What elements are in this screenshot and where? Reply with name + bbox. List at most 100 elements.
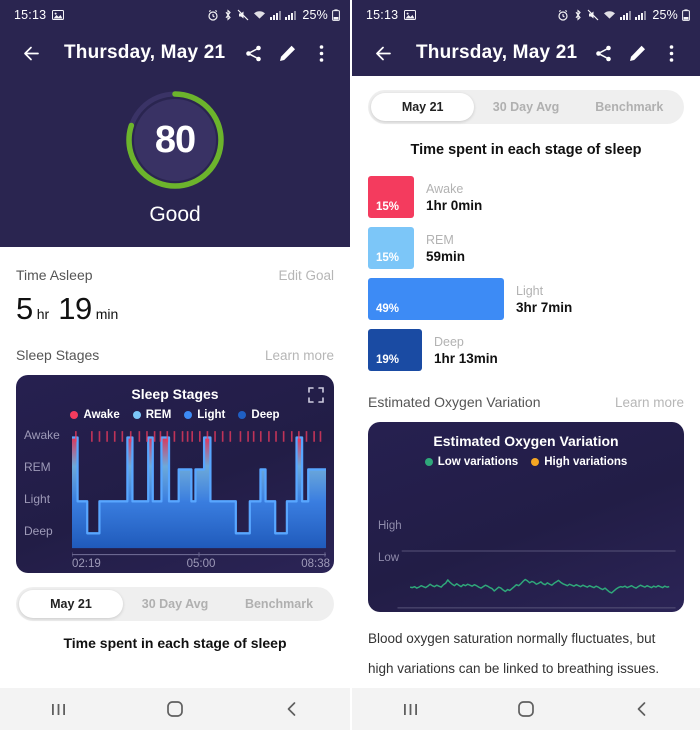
tab-may-21[interactable]: May 21 <box>19 590 123 618</box>
system-nav-bar-left <box>0 688 350 730</box>
tab-may-21-right[interactable]: May 21 <box>371 93 475 121</box>
ytick-deep: Deep <box>24 524 53 538</box>
stage-row-awake: 15% Awake 1hr 0min <box>368 176 684 218</box>
legend-dot-low <box>424 458 433 466</box>
clipped-section-heading: Time spent in each stage of sleep <box>63 635 287 651</box>
legend-label-awake: Awake <box>83 409 120 421</box>
stage-name-deep: Deep <box>434 334 464 349</box>
stage-bar-rem: 15% <box>368 227 414 269</box>
sleep-score-value: 80 <box>154 118 196 161</box>
stage-duration-light: 3hr 7min <box>516 299 573 315</box>
stage-row-rem: 15% REM 59min <box>368 227 684 269</box>
sleep-stages-learn-more[interactable]: Learn more <box>265 348 334 363</box>
stage-bar-deep: 19% <box>368 329 422 371</box>
bluetooth-icon <box>223 9 233 21</box>
tab-benchmark-right[interactable]: Benchmark <box>578 93 681 121</box>
edit-pencil-icon[interactable] <box>620 36 654 70</box>
mute-icon <box>237 9 249 21</box>
stage-pct-light: 49% <box>376 303 400 315</box>
stage-duration-awake: 1hr 0min <box>426 197 483 213</box>
share-icon[interactable] <box>236 36 270 70</box>
stage-pct-awake: 15% <box>376 201 400 213</box>
home-icon[interactable] <box>145 688 205 730</box>
oxygen-learn-more[interactable]: Learn more <box>615 395 684 410</box>
alarm-icon <box>557 9 569 21</box>
stage-bars-list: 15% Awake 1hr 0min 15% REM 59min 49% Lig… <box>368 176 684 371</box>
legend-label-deep: Deep <box>251 409 280 421</box>
system-nav-bar-right <box>352 688 700 730</box>
wifi-icon <box>603 9 616 21</box>
hypnogram-plot: Awake REM Light Deep <box>16 429 334 562</box>
alarm-icon <box>207 9 219 21</box>
battery-icon <box>332 9 340 21</box>
asleep-minutes: 19 <box>58 291 92 326</box>
legend-item-rem: REM <box>132 409 171 421</box>
legend-item-awake: Awake <box>70 409 120 421</box>
stage-name-awake: Awake <box>426 181 464 196</box>
range-tabs-left[interactable]: May 21 30 Day Avg Benchmark <box>16 587 334 621</box>
share-icon[interactable] <box>586 36 620 70</box>
edit-goal-button[interactable]: Edit Goal <box>278 268 334 283</box>
oxygen-chart-card[interactable]: Estimated Oxygen Variation Low variation… <box>368 422 684 612</box>
legend-dot-deep <box>238 411 247 419</box>
oxygen-label: Estimated Oxygen Variation <box>368 394 541 410</box>
legend-label-low: Low variations <box>437 456 519 468</box>
home-icon[interactable] <box>496 688 556 730</box>
legend-dot-awake <box>70 411 79 419</box>
oxygen-plot: High Low <box>368 492 684 612</box>
tab-30-day-avg[interactable]: 30 Day Avg <box>123 590 227 618</box>
stage-bar-awake: 15% <box>368 176 414 218</box>
left-phone-screen: 15:13 25% Thursday, May 21 80 Good Time … <box>0 0 350 730</box>
stages-section-title: Time spent in each stage of sleep <box>410 142 642 158</box>
edit-pencil-icon[interactable] <box>270 36 304 70</box>
tab-30-day-avg-right[interactable]: 30 Day Avg <box>474 93 577 121</box>
overflow-menu-icon[interactable] <box>304 36 338 70</box>
fullscreen-icon[interactable] <box>308 387 324 403</box>
ytick-rem: REM <box>24 460 51 474</box>
oxygen-header: Estimated Oxygen Variation Learn more <box>368 380 684 410</box>
signal2-icon <box>285 9 297 21</box>
sleep-score-hero: 80 Good <box>0 76 350 247</box>
range-tabs-right[interactable]: May 21 30 Day Avg Benchmark <box>368 90 684 124</box>
tab-benchmark[interactable]: Benchmark <box>227 590 331 618</box>
recents-icon[interactable] <box>28 688 88 730</box>
legend-item-low-variations: Low variations <box>424 456 519 468</box>
legend-dot-high <box>531 458 540 466</box>
mute-icon <box>587 9 599 21</box>
status-time-right: 15:13 <box>366 8 399 22</box>
legend-item-light: Light <box>184 409 225 421</box>
status-bar-right: 15:13 25% <box>352 0 700 30</box>
back-icon[interactable] <box>612 688 672 730</box>
asleep-minutes-unit: min <box>95 306 119 322</box>
asleep-hours: 5 <box>16 291 33 326</box>
right-phone-screen: 15:13 25% Thursday, May 21 May 21 30 Day… <box>350 0 700 730</box>
signal-icon <box>270 9 282 21</box>
legend-item-deep: Deep <box>238 409 280 421</box>
stage-duration-rem: 59min <box>426 248 466 264</box>
stage-duration-deep: 1hr 13min <box>434 350 498 366</box>
time-asleep-label: Time Asleep <box>16 267 93 283</box>
ytick-awake: Awake <box>24 428 60 442</box>
recents-icon[interactable] <box>380 688 440 730</box>
chart-legend: Awake REM Light Deep <box>16 409 334 421</box>
dual-screenshot: 15:13 25% Thursday, May 21 80 Good Time … <box>0 0 700 730</box>
chart-title: Sleep Stages <box>131 386 219 402</box>
oxygen-chart-title: Estimated Oxygen Variation <box>433 433 619 449</box>
bluetooth-icon <box>573 9 583 21</box>
battery-percent: 25% <box>302 8 328 22</box>
image-icon <box>404 9 417 21</box>
back-icon[interactable] <box>262 688 322 730</box>
sleep-quality-label: Good <box>149 203 201 226</box>
image-icon <box>52 9 65 21</box>
signal-icon <box>620 9 632 21</box>
overflow-menu-icon[interactable] <box>654 36 688 70</box>
back-arrow-icon[interactable] <box>14 36 48 70</box>
sleep-stages-chart-card[interactable]: Sleep Stages Awake REM Light Deep Awake … <box>16 375 334 573</box>
battery-icon <box>682 9 690 21</box>
oxygen-legend: Low variations High variations <box>368 456 684 468</box>
stage-name-light: Light <box>516 283 544 298</box>
stage-bar-light: 49% <box>368 278 504 320</box>
stage-row-light: 49% Light 3hr 7min <box>368 278 684 320</box>
left-content: Time Asleep Edit Goal 5 hr 19 min Sleep … <box>0 247 350 651</box>
back-arrow-icon[interactable] <box>366 36 400 70</box>
